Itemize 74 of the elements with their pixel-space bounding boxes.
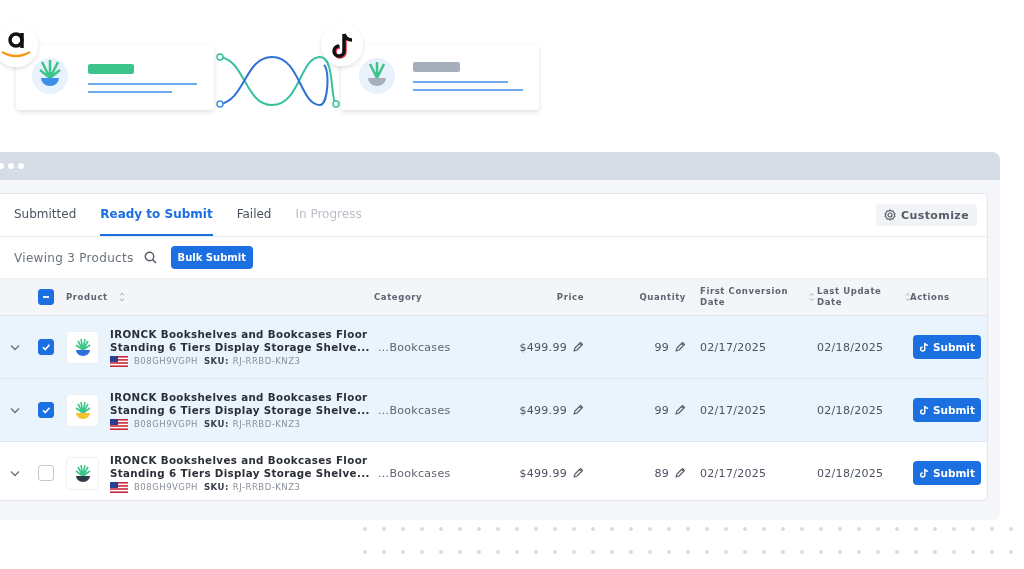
tab[interactable]: Failed <box>236 194 272 236</box>
music-note-icon <box>919 467 929 479</box>
select-all-checkbox[interactable] <box>38 289 54 305</box>
us-flag-icon <box>110 418 128 430</box>
check-icon <box>41 405 51 415</box>
category-cell-text: ...Bookcases <box>377 466 452 480</box>
date-cell-text: 02/18/2025 <box>816 403 885 417</box>
price-cell: $499.99 <box>519 466 567 480</box>
table-row[interactable]: IRONCK Bookshelves and Bookcases Floor Standing 6 Tiers Display Storage Shelve... B08GH9VGPH SKU: RJ-RRBD-KNZ3 ...Bookcases $499.99 99 02/17/2025 02/18/2025 Submit <box>0 378 987 441</box>
product-count: Viewing 3 Products <box>14 250 134 265</box>
pencil-icon[interactable] <box>572 341 584 353</box>
pencil-icon[interactable] <box>674 341 686 353</box>
row-checkbox[interactable] <box>38 339 54 355</box>
row-checkbox[interactable] <box>38 465 54 481</box>
search-icon[interactable] <box>143 251 157 264</box>
quantity-cell: 89 <box>654 466 669 480</box>
sku-label: SKU: <box>203 419 229 429</box>
music-note-icon <box>919 404 929 416</box>
pencil-icon[interactable] <box>674 404 686 416</box>
customize-button[interactable]: Customize <box>876 204 977 226</box>
settings-icon <box>884 209 897 221</box>
price-cell: $499.99 <box>519 403 567 417</box>
product-title-line: IRONCK Bookshelves and Bookcases Floor <box>110 390 369 404</box>
sku-value: RJ-RRBD-KNZ3 <box>232 356 301 366</box>
pencil-icon[interactable] <box>674 467 686 479</box>
category-cell-text: ...Bookcases <box>377 340 452 354</box>
date-cell-text: 02/17/2025 <box>700 466 768 480</box>
column-header: First Conversion Date <box>700 286 790 308</box>
quantity-cell: 99 <box>654 403 669 417</box>
submit-button[interactable]: Submit <box>913 335 981 359</box>
quantity-cell: 99 <box>654 340 669 354</box>
product-asin: B08GH9VGPH <box>134 482 198 492</box>
product-title-line: IRONCK Bookshelves and Bookcases Floor <box>110 453 369 467</box>
column-header: Category <box>374 291 423 303</box>
sku-label: SKU: <box>203 356 229 366</box>
bulk-submit-button[interactable]: Bulk Submit <box>170 246 253 269</box>
row-checkbox[interactable] <box>38 402 54 418</box>
pencil-icon[interactable] <box>572 404 584 416</box>
price-cell: $499.99 <box>519 340 567 354</box>
table-row[interactable]: IRONCK Bookshelves and Bookcases Floor Standing 6 Tiers Display Storage Shelve... B08GH9VGPH SKU: RJ-RRBD-KNZ3 ...Bookcases $499.99 99 02/17/2025 02/18/2025 Submit <box>0 315 987 378</box>
product-title-line: Standing 6 Tiers Display Storage Shelve... <box>110 340 370 354</box>
product-title-line: Standing 6 Tiers Display Storage Shelve... <box>110 403 370 417</box>
submit-button[interactable]: Submit <box>913 398 981 422</box>
music-note-icon <box>919 341 929 353</box>
column-header: Actions <box>910 291 950 303</box>
date-cell-text: 02/18/2025 <box>816 466 885 480</box>
us-flag-icon <box>110 481 128 493</box>
date-cell-text: 02/18/2025 <box>816 340 885 354</box>
smile-logo-icon <box>1 32 31 58</box>
column-header: Product <box>66 291 108 303</box>
column-header: Price <box>556 291 584 303</box>
chevron-down-icon[interactable] <box>10 469 20 477</box>
product-title-line: IRONCK Bookshelves and Bookcases Floor <box>110 327 369 341</box>
date-cell-text: 02/17/2025 <box>700 403 768 417</box>
check-icon <box>41 342 51 352</box>
product-title-line: Standing 6 Tiers Display Storage Shelve... <box>110 466 370 480</box>
product-asin: B08GH9VGPH <box>134 419 198 429</box>
tab[interactable]: Submitted <box>14 194 77 236</box>
product-asin: B08GH9VGPH <box>134 356 198 366</box>
tab[interactable]: Ready to Submit <box>100 194 213 236</box>
date-cell-text: 02/17/2025 <box>700 340 768 354</box>
chevron-down-icon[interactable] <box>10 343 20 351</box>
pencil-icon[interactable] <box>572 467 584 479</box>
column-header: Quantity <box>639 291 686 303</box>
category-cell-text: ...Bookcases <box>377 403 452 417</box>
us-flag-icon <box>110 355 128 367</box>
chevron-down-icon[interactable] <box>10 406 20 414</box>
submit-button[interactable]: Submit <box>913 461 981 485</box>
column-header: Last Update Date <box>817 286 883 308</box>
sku-value: RJ-RRBD-KNZ3 <box>232 419 301 429</box>
sku-label: SKU: <box>203 482 229 492</box>
music-note-logo-icon <box>332 32 354 59</box>
sku-value: RJ-RRBD-KNZ3 <box>232 482 301 492</box>
table-row[interactable]: IRONCK Bookshelves and Bookcases Floor Standing 6 Tiers Display Storage Shelve... B08GH9VGPH SKU: RJ-RRBD-KNZ3 ...Bookcases $499.99 89 02/17/2025 02/18/2025 Submit <box>0 441 987 504</box>
